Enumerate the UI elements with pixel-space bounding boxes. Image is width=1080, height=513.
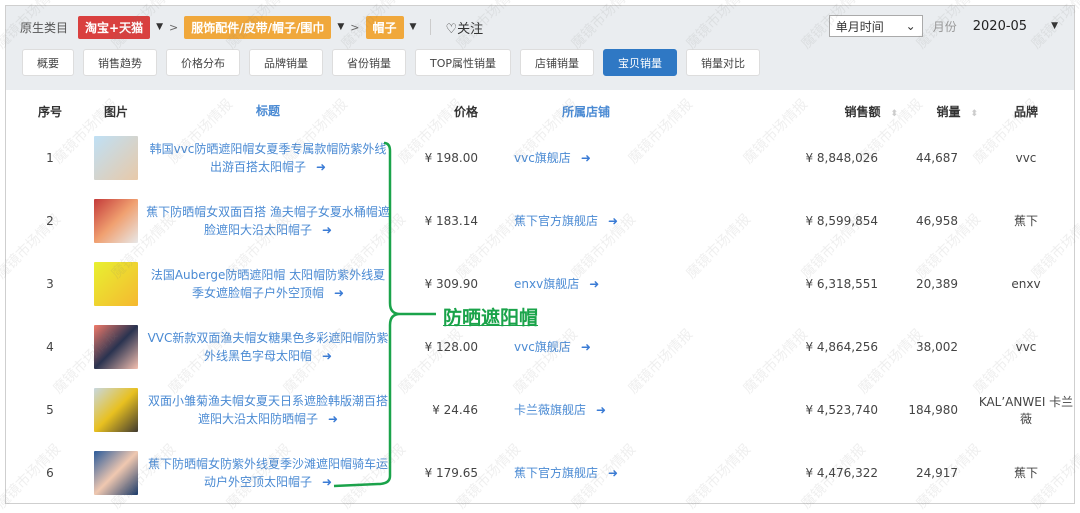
annotation-bracket <box>333 141 436 488</box>
main-panel: 原生类目 淘宝+天猫 ▼ > 服饰配件/皮带/帽子/围巾 ▼ > 帽子 ▼ ♡关注 … <box>0 0 1080 512</box>
annotation-label: 防晒遮阳帽 <box>443 307 539 329</box>
